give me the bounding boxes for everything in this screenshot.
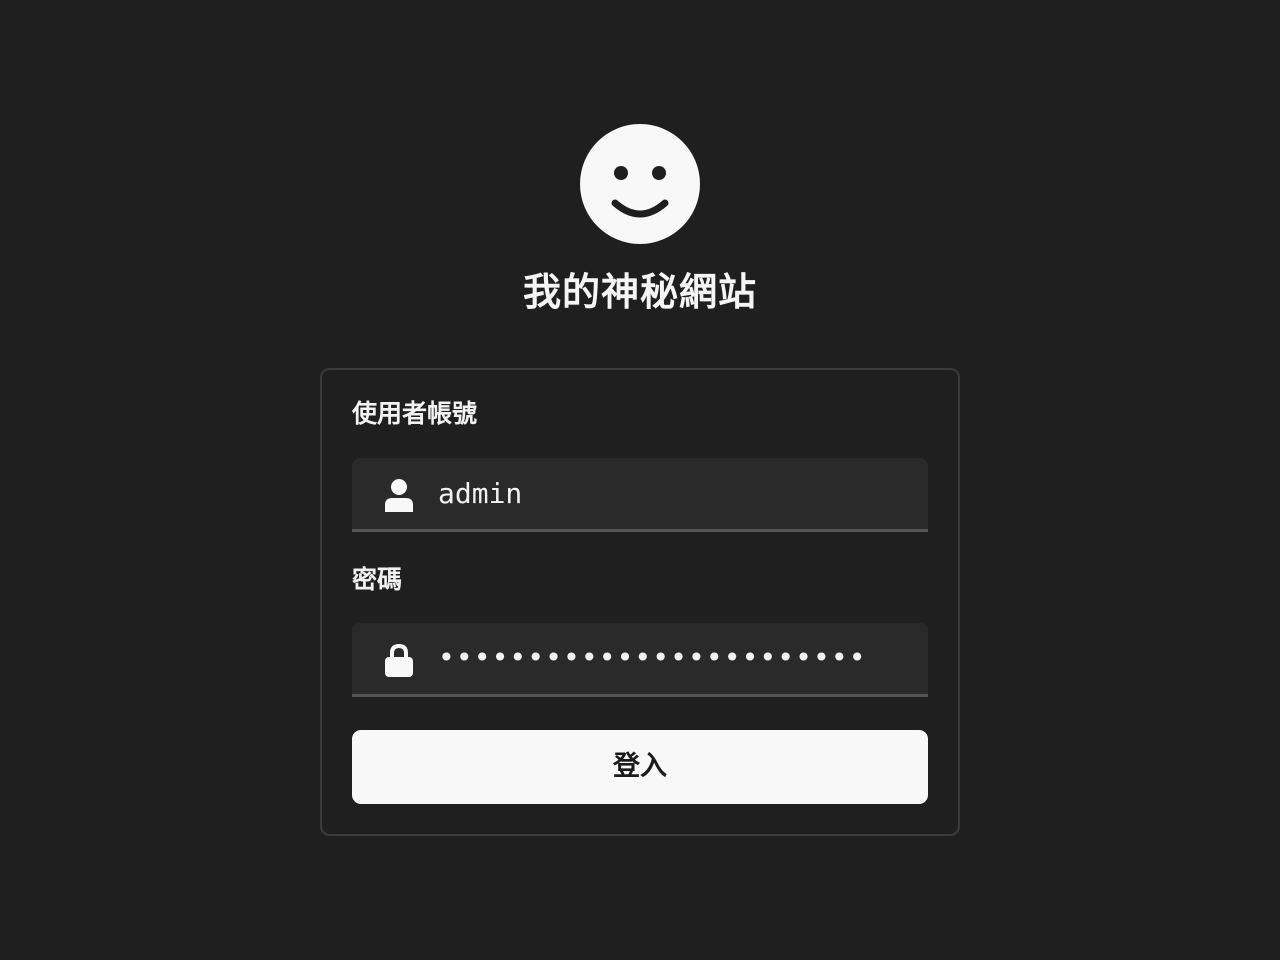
password-input[interactable]: •••••••••••••••••••••••• (352, 623, 928, 697)
login-page: 我的神秘網站 使用者帳號 admin 密碼 ••••••••••••••••••… (0, 0, 1280, 960)
password-label: 密碼 (352, 565, 403, 594)
username-input[interactable]: admin (352, 458, 928, 532)
smiley-face-icon (580, 124, 700, 244)
lock-icon (382, 643, 416, 677)
password-value: •••••••••••••••••••••••• (438, 641, 867, 674)
login-card: 使用者帳號 admin 密碼 •••••••••••••••••••••••• … (320, 368, 960, 836)
username-value: admin (438, 477, 523, 510)
login-button[interactable]: 登入 (352, 730, 928, 804)
username-label: 使用者帳號 (352, 399, 478, 428)
site-title: 我的神秘網站 (522, 270, 757, 314)
user-icon (382, 478, 416, 512)
